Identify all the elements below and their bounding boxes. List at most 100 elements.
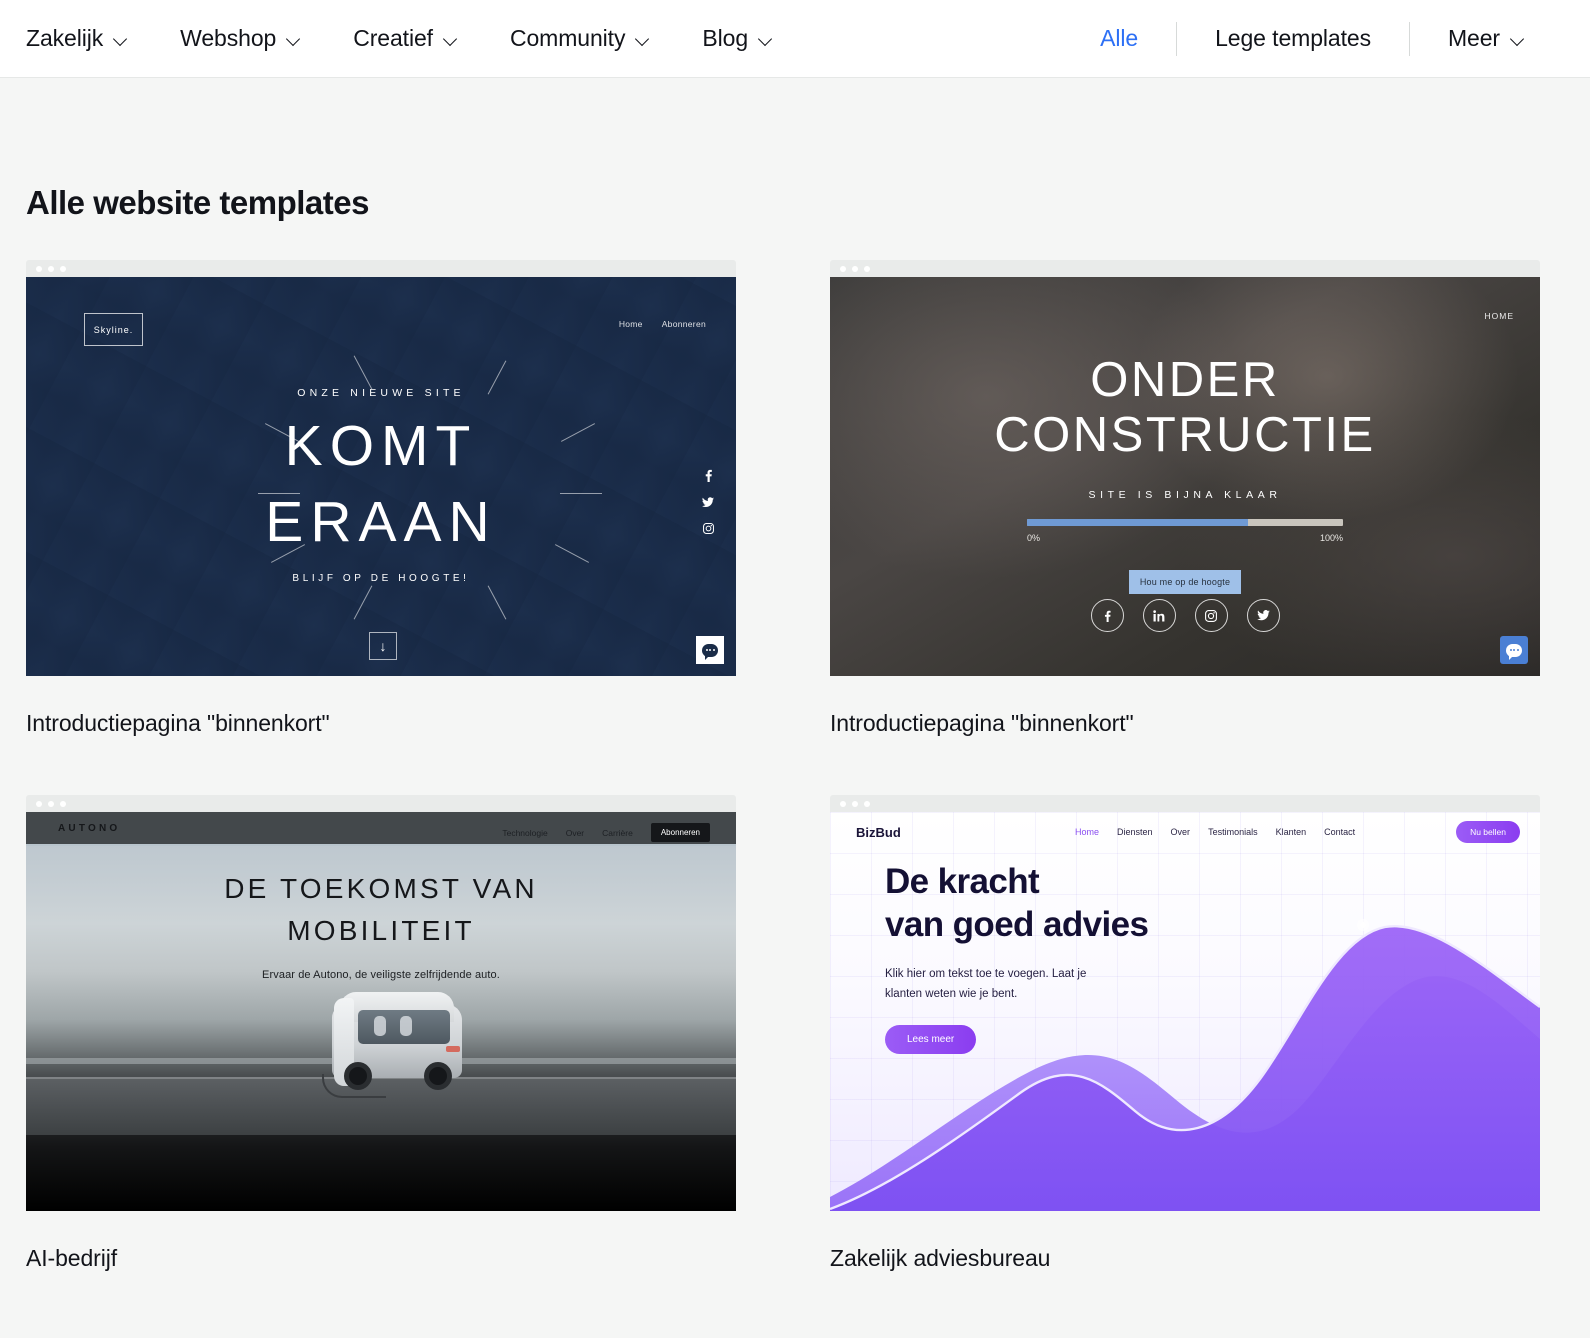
chevron-down-icon [759, 34, 774, 43]
instagram-icon [702, 523, 714, 534]
preview-hero: ONZE NIEUWE SITE KOMT ERAAN BLIJF OP DE … [26, 387, 736, 584]
preview-social-links [702, 469, 714, 534]
preview-headline-1: KOMT [284, 414, 478, 478]
car-taillight [446, 1046, 460, 1052]
preview-nav-link-home: Home [1075, 827, 1100, 837]
grid-row-spacer [26, 737, 736, 795]
filter-label: Meer [1447, 25, 1500, 51]
grid-row-spacer [830, 737, 1540, 795]
progress-max-label: 100% [1319, 532, 1343, 543]
chat-icon [1506, 643, 1522, 660]
template-card-bizbud[interactable]: BizBud Home Diensten Over Testimonials K… [830, 795, 1540, 1272]
window-dot [864, 265, 870, 272]
window-dot [36, 265, 42, 272]
preview-nav: BizBud Home Diensten Over Testimonials K… [830, 812, 1540, 852]
preview-subline: SITE IS BIJNA KLAAR [1088, 488, 1282, 501]
preview-call-button[interactable]: Nu bellen [1456, 821, 1520, 843]
preview-nav-link: HOME [1484, 311, 1514, 321]
template-card-autono[interactable]: AUTONO Technologie Over Carrière Abonner… [26, 795, 736, 1272]
browser-chrome-bar [26, 260, 736, 277]
window-dot [60, 265, 66, 272]
page-title: Alle website templates [26, 184, 369, 221]
preview-nav-link: Abonneren [661, 319, 706, 329]
preview-read-more-button[interactable]: Lees meer [885, 1025, 977, 1055]
preview-nav-link: Contact [1324, 827, 1356, 837]
scroll-down-arrow[interactable]: ↓ [369, 632, 397, 660]
preview-subscribe-button[interactable]: Abonneren [650, 823, 710, 842]
progress-min-label: 0% [1027, 532, 1041, 543]
window-dot [840, 800, 846, 807]
preview-nav-link: Testimonials [1208, 827, 1258, 837]
preview-headline-2: van goed advies [885, 905, 1149, 945]
preview-nav-links: Home Diensten Over Testimonials Klanten … [1075, 827, 1355, 837]
facebook-icon[interactable] [1090, 599, 1124, 632]
progress-bar-wrapper: 0% 100% [1027, 518, 1343, 543]
template-preview-image[interactable]: BizBud Home Diensten Over Testimonials K… [830, 812, 1540, 1211]
chevron-down-icon [287, 34, 302, 43]
preview-nav-link: Technologie [502, 827, 548, 838]
preview-nav-link: Over [565, 827, 585, 838]
preview-nav: Home Abonneren [619, 319, 706, 329]
window-dot [852, 800, 858, 807]
template-preview-image[interactable]: HOME ONDER CONSTRUCTIE SITE IS BIJNA KLA… [830, 277, 1540, 676]
preview-nav: Technologie Over Carrière Abonneren [502, 823, 710, 842]
preview-headline-1: DE TOEKOMST VAN [224, 873, 538, 904]
nav-item-label: Webshop [180, 25, 277, 51]
window-dot [36, 800, 42, 807]
preview-logo: BizBud [856, 824, 901, 840]
preview-nav-link: Carrière [602, 827, 633, 838]
decorative-ray [353, 355, 373, 390]
progress-bar [1027, 518, 1343, 526]
window-dot [852, 265, 858, 272]
chat-icon [702, 643, 718, 660]
preview-headline-2: CONSTRUCTIE [994, 407, 1376, 462]
nav-item-blog[interactable]: Blog [702, 25, 798, 52]
decorative-ray [487, 585, 507, 620]
filter-lege-templates[interactable]: Lege templates [1177, 25, 1409, 52]
window-dot [48, 800, 54, 807]
preview-body-2: klanten weten wie je bent. [885, 987, 1018, 1000]
instagram-icon[interactable] [1194, 599, 1228, 632]
nav-item-creatief[interactable]: Creatief [353, 25, 483, 52]
template-caption: Zakelijk adviesbureau [830, 1245, 1051, 1271]
preview-social-links [830, 599, 1540, 632]
car-wheel [424, 1062, 452, 1090]
preview-nav-link: Home [618, 319, 643, 329]
car-illustration [314, 984, 474, 1112]
twitter-icon[interactable] [1246, 599, 1280, 632]
template-preview-image[interactable]: AUTONO Technologie Over Carrière Abonner… [26, 812, 736, 1211]
filter-alle[interactable]: Alle [1080, 25, 1176, 52]
twitter-icon [702, 497, 714, 508]
preview-logo: Skyline. [84, 313, 143, 346]
preview-hero: DE TOEKOMST VAN MOBILITEIT Ervaar de Aut… [26, 868, 736, 981]
preview-headline-2: ERAAN [265, 490, 497, 555]
facebook-icon [705, 469, 712, 482]
template-caption: Introductiepagina "binnenkort" [830, 710, 1134, 736]
nav-item-label: Blog [702, 25, 749, 51]
template-preview-image[interactable]: Skyline. Home Abonneren ONZE NIEUWE SITE… [26, 277, 736, 676]
window-dot [864, 800, 870, 807]
nav-item-label: Community [509, 25, 626, 51]
preview-notify-button[interactable]: Hou me op de hoogte [1128, 569, 1242, 594]
template-card-skyline[interactable]: Skyline. Home Abonneren ONZE NIEUWE SITE… [26, 260, 736, 737]
progress-bar-labels: 0% 100% [1027, 533, 1343, 543]
filter-nav-group: Alle Lege templates Meer [1080, 21, 1564, 56]
page-content: Alle website templates Skyline. Home Abo… [0, 184, 1590, 1272]
chat-widget-button[interactable] [1500, 636, 1528, 664]
chat-widget-button[interactable] [696, 636, 724, 664]
filter-label: Lege templates [1215, 25, 1371, 51]
progress-bar-fill [1027, 518, 1249, 526]
nav-item-zakelijk[interactable]: Zakelijk [26, 25, 153, 52]
template-card-onder-constructie[interactable]: HOME ONDER CONSTRUCTIE SITE IS BIJNA KLA… [830, 260, 1540, 737]
preview-headline-2: MOBILITEIT [287, 915, 475, 946]
window-dot [60, 800, 66, 807]
filter-meer[interactable]: Meer [1410, 25, 1564, 52]
nav-item-webshop[interactable]: Webshop [180, 25, 326, 52]
car-window [358, 1010, 450, 1044]
nav-item-community[interactable]: Community [510, 25, 675, 52]
preview-subline: BLIJF OP DE HOOGTE! [292, 573, 470, 585]
preview-kicker: ONZE NIEUWE SITE [297, 387, 465, 399]
chevron-down-icon [636, 34, 651, 43]
linkedin-icon[interactable] [1142, 599, 1176, 632]
template-caption: AI-bedrijf [26, 1245, 118, 1271]
